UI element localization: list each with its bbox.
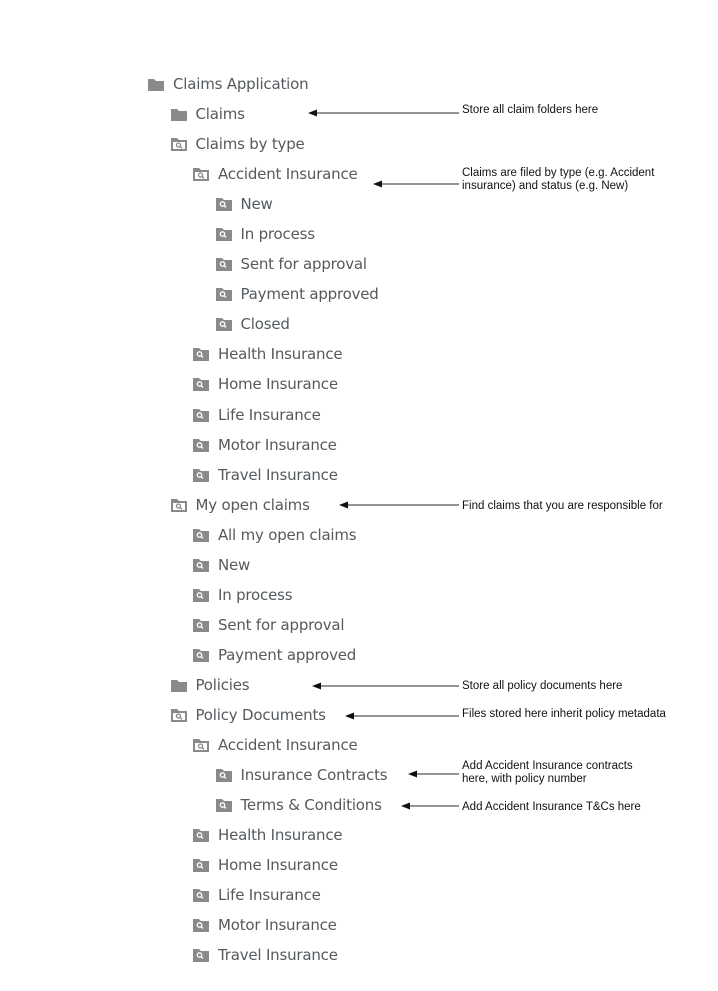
annotation-note: Store all claim folders here	[462, 104, 599, 116]
annotation-note: Store all policy documents here	[462, 680, 623, 692]
arrowhead-icon	[401, 802, 410, 810]
annotation-note: Files stored here inherit policy metadat…	[462, 708, 666, 720]
arrowhead-icon	[339, 501, 348, 509]
annotation-arrows	[308, 109, 459, 810]
arrowhead-icon	[345, 712, 354, 720]
annotation-note: Claims are filed by type (e.g. Accident …	[462, 167, 655, 192]
arrowhead-icon	[308, 109, 317, 117]
arrowhead-icon	[312, 682, 321, 690]
annotation-note: Find claims that you are responsible for	[462, 500, 663, 512]
arrowhead-icon	[373, 180, 382, 188]
annotation-note: Add Accident Insurance contracts here, w…	[462, 760, 633, 785]
arrowhead-icon	[408, 770, 417, 778]
annotation-note: Add Accident Insurance T&Cs here	[462, 801, 641, 813]
